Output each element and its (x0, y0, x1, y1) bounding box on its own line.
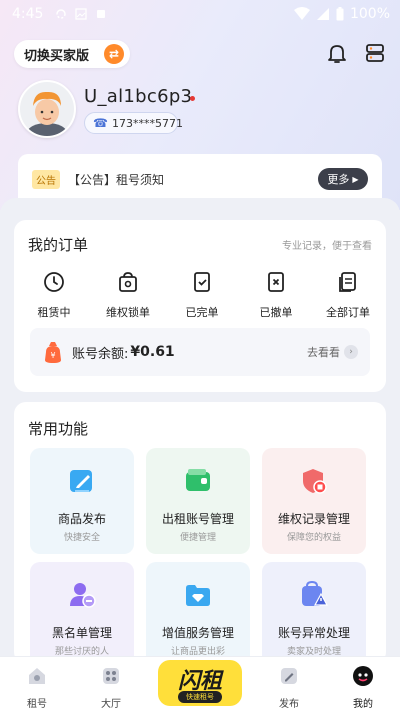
menu-icon[interactable] (364, 42, 386, 64)
signal-icon (316, 8, 329, 20)
phone-number: 173****5771 (111, 116, 183, 130)
edit-icon (281, 668, 297, 684)
cancel-doc-icon (268, 272, 284, 292)
notice-text: 【公告】租号须知 (68, 172, 165, 187)
play-icon: ▶ (352, 174, 359, 184)
func-subtitle: 快捷安全 (63, 533, 100, 543)
flash-rent-subtitle: 快速租号 (178, 691, 222, 703)
order-cancelled-label: 已撤单 (259, 306, 293, 319)
face-icon (353, 666, 373, 686)
notification-icons (55, 8, 107, 20)
common-title: 常用功能 (28, 420, 89, 438)
order-cancelled[interactable]: 已撤单 (246, 270, 306, 320)
func-dispute-records[interactable]: 维权记录管理 保障您的权益 (262, 448, 366, 554)
func-title: 商品发布 (57, 512, 106, 526)
status-dot (190, 96, 195, 101)
order-dispute-lock[interactable]: 维权锁单 (98, 270, 158, 320)
func-title: 维权记录管理 (277, 512, 350, 526)
nav-label: 租号 (27, 699, 47, 710)
publish-icon (70, 470, 92, 492)
account-balance-row[interactable]: ¥ 账号余额: ¥0.61 去看看 › (30, 328, 370, 376)
blacklist-icon (70, 583, 96, 608)
func-subtitle: 保障您的权益 (286, 533, 341, 543)
flash-rent-button[interactable]: 闪租 快速租号 (158, 660, 242, 706)
status-bar: 4:45 100% (0, 0, 400, 28)
order-renting[interactable]: 租赁中 (24, 270, 84, 320)
common-functions-card: 常用功能 商品发布 快捷安全 出租账号管理 便捷管理 维权记录管理 保障您的权益… (14, 402, 386, 668)
notice-tag: 公告 (32, 169, 60, 189)
status-time: 4:45 (12, 6, 44, 22)
balance-label: 账号余额: (72, 346, 129, 362)
notice-bar[interactable]: 公告 【公告】租号须知 更多 ▶ (18, 154, 382, 204)
nav-label: 大厅 (101, 699, 121, 710)
phone-icon: ☎ (93, 116, 108, 130)
bell-icon[interactable] (326, 42, 348, 64)
func-product-publish[interactable]: 商品发布 快捷安全 (30, 448, 134, 554)
nav-publish[interactable]: 发布 (264, 665, 314, 710)
func-account-exception[interactable]: 账号异常处理 卖家及时处理 (262, 562, 366, 668)
switch-arrows-icon: ⇄ (104, 44, 124, 64)
battery-icon (336, 7, 344, 21)
func-subtitle: 便捷管理 (179, 533, 216, 543)
nav-mine[interactable]: 我的 (338, 665, 388, 710)
money-bag-icon: ¥ (45, 342, 61, 363)
orders-title: 我的订单 (28, 236, 89, 254)
nav-label: 我的 (353, 699, 373, 710)
clock-icon (44, 272, 64, 292)
avatar-face-icon (20, 82, 74, 136)
grid-icon (103, 668, 119, 684)
func-title: 账号异常处理 (277, 626, 350, 640)
lock-bag-icon (119, 272, 137, 292)
wifi-icon (293, 7, 310, 20)
username: U_al1bc6p3 (84, 86, 193, 107)
balance-value: ¥0.61 (130, 344, 175, 360)
nav-label: 发布 (279, 699, 299, 710)
avatar[interactable] (18, 80, 76, 138)
func-title: 黑名单管理 (51, 626, 112, 640)
view-balance-label: 去看看 (307, 346, 340, 359)
all-orders-icon (339, 272, 356, 292)
my-orders-card: 我的订单 专业记录，便于查看 租赁中 维权锁单 已完单 已撤单 全部订单 ¥ 账… (14, 220, 386, 392)
check-doc-icon (194, 272, 210, 292)
wallet-icon (186, 469, 210, 491)
nav-hall[interactable]: 大厅 (86, 665, 136, 710)
sync-icon (56, 9, 67, 19)
func-rental-account-mgmt[interactable]: 出租账号管理 便捷管理 (146, 448, 250, 554)
view-balance-link[interactable]: 去看看 › (307, 344, 358, 360)
orders-hint: 专业记录，便于查看 (282, 241, 372, 252)
home-icon (29, 668, 45, 684)
svg-text:¥: ¥ (50, 351, 55, 360)
order-dispute-lock-label: 维权锁单 (106, 306, 150, 319)
chevron-right-icon: › (344, 345, 358, 359)
battery-text: 100% (349, 6, 390, 22)
func-title: 增值服务管理 (161, 626, 234, 640)
order-completed-label: 已完单 (185, 306, 219, 319)
more-label: 更多 (327, 173, 350, 186)
phone-number-badge: ☎ 173****5771 (84, 112, 183, 134)
order-all[interactable]: 全部订单 (318, 270, 378, 320)
more-button[interactable]: 更多 ▶ (318, 168, 368, 190)
func-title: 出租账号管理 (161, 512, 234, 526)
image-icon (75, 8, 88, 20)
order-all-label: 全部订单 (326, 306, 370, 319)
func-value-added-services[interactable]: 增值服务管理 让商品更出彩 (146, 562, 250, 668)
bag-warning-icon (302, 580, 329, 606)
order-completed[interactable]: 已完单 (172, 270, 232, 320)
app-icon (97, 10, 106, 18)
folder-diamond-icon (186, 585, 210, 606)
func-blacklist[interactable]: 黑名单管理 那些讨厌的人 (30, 562, 134, 668)
nav-rent-account[interactable]: 租号 (12, 665, 62, 710)
order-renting-label: 租赁中 (37, 306, 71, 319)
shield-icon (303, 469, 327, 494)
switch-label: 切换买家版 (24, 48, 90, 64)
switch-buyer-version-button[interactable]: 切换买家版 ⇄ (14, 40, 130, 68)
